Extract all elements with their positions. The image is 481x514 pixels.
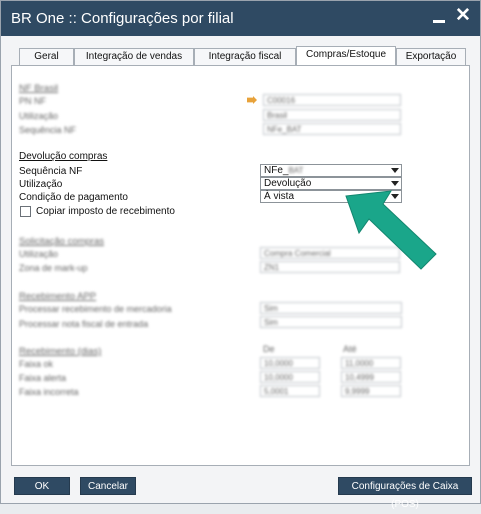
sequencia-label: Sequência NF bbox=[19, 166, 83, 177]
solicitacao-header: Solicitação compras bbox=[19, 236, 105, 247]
settings-window: BR One :: Configurações por filial ✕ Ger… bbox=[0, 0, 481, 510]
tab-exportacao[interactable]: Exportação bbox=[396, 48, 466, 65]
copiar-checkbox[interactable] bbox=[20, 206, 31, 217]
blurred-field: 5,0001 bbox=[260, 385, 320, 397]
blurred-field: Sim bbox=[260, 302, 402, 314]
window-title: BR One :: Configurações por filial bbox=[11, 10, 234, 27]
recebimento-header: Recebimento APP bbox=[19, 291, 97, 302]
tab-integracao-vendas[interactable]: Integração de vendas bbox=[74, 48, 194, 65]
copiar-label: Copiar imposto de recebimento bbox=[36, 206, 175, 217]
utilizacao-label: Utilização bbox=[19, 179, 63, 190]
blurred-label: Faixa alerta bbox=[19, 373, 67, 383]
blurred-label: Processar recebimento de mercadoria bbox=[19, 304, 172, 314]
blurred-field: Brasil bbox=[263, 109, 401, 121]
blurred-label: Faixa incorreta bbox=[19, 387, 79, 397]
blurred-label: PN NF bbox=[19, 96, 46, 106]
blurred-label: Faixa ok bbox=[19, 359, 54, 369]
minimize-icon[interactable] bbox=[430, 5, 448, 27]
blurred-label: Utilização bbox=[19, 249, 59, 259]
recebimento-dias-header: Recebimento (dias) bbox=[19, 346, 102, 357]
blurred-field: 10,4999 bbox=[341, 371, 401, 383]
close-icon[interactable]: ✕ bbox=[454, 6, 472, 27]
col-de-header: De bbox=[263, 344, 275, 354]
cancel-button[interactable]: Cancelar bbox=[80, 477, 136, 495]
blurred-field: 11,0000 bbox=[341, 357, 401, 369]
blurred-label: Processar nota fiscal de entrada bbox=[19, 319, 149, 329]
ok-button[interactable]: OK bbox=[14, 477, 70, 495]
blurred-field: NFe_BAT bbox=[263, 123, 401, 135]
tab-integracao-fiscal[interactable]: Integração fiscal bbox=[194, 48, 296, 65]
tab-geral[interactable]: Geral bbox=[19, 48, 74, 65]
title-bar: BR One :: Configurações por filial ✕ bbox=[1, 1, 480, 36]
condicao-label: Condição de pagamento bbox=[19, 192, 128, 203]
blurred-label: Zona de mark-up bbox=[19, 263, 88, 273]
blurred-field: Sim bbox=[260, 316, 402, 328]
blurred-label: Utilização bbox=[19, 111, 59, 121]
nf-section-header: NF Brasil bbox=[19, 83, 59, 94]
config-caixa-button[interactable]: Configurações de Caixa (POS) bbox=[338, 477, 472, 510]
blurred-field: 9,9999 bbox=[341, 385, 401, 397]
annotation-arrow-icon bbox=[345, 190, 437, 270]
col-ate-header: Até bbox=[343, 344, 357, 354]
blurred-field: 10,0000 bbox=[260, 357, 320, 369]
blurred-field: C00016 bbox=[263, 94, 401, 106]
devolucao-header: Devolução compras bbox=[19, 151, 108, 162]
blurred-label: Sequência NF bbox=[19, 125, 77, 135]
tab-compras-estoque[interactable]: Compras/Estoque bbox=[296, 46, 396, 66]
blurred-field: 10,0000 bbox=[260, 371, 320, 383]
